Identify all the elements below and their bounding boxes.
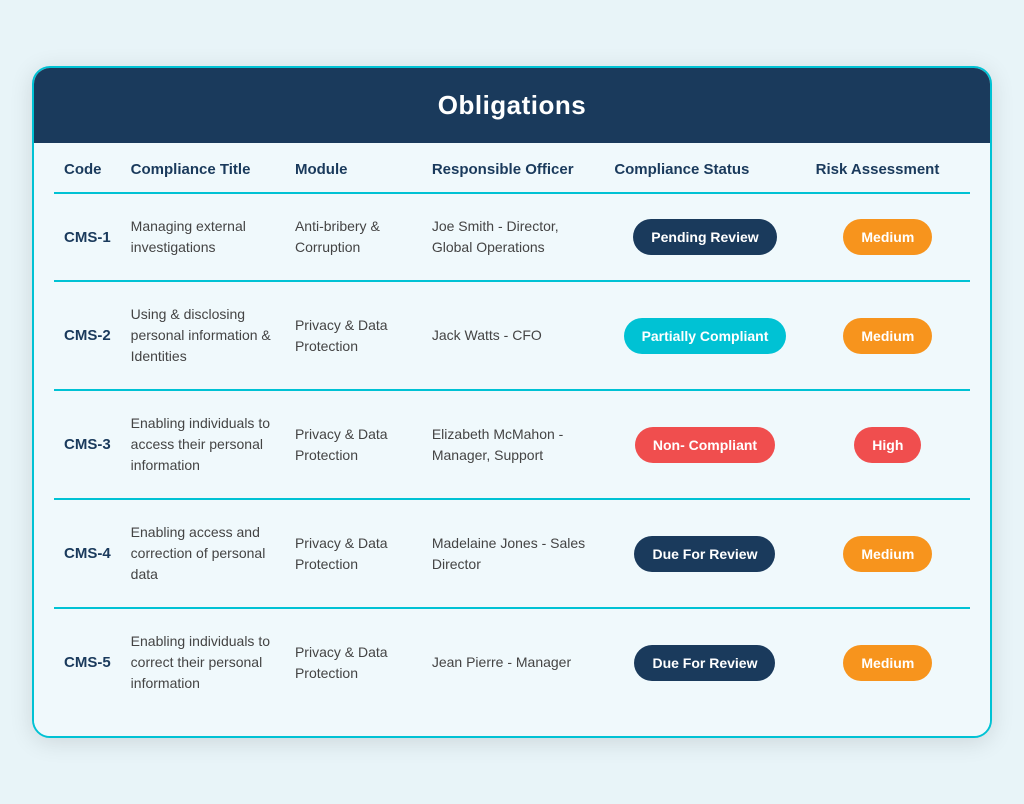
card-header: Obligations xyxy=(34,68,990,143)
cell-code: CMS-5 xyxy=(54,608,121,716)
table-wrapper: Code Compliance Title Module Responsible… xyxy=(34,143,990,736)
cell-code: CMS-1 xyxy=(54,193,121,281)
cell-code: CMS-2 xyxy=(54,281,121,390)
table-header: Code Compliance Title Module Responsible… xyxy=(54,143,970,193)
table-row: CMS-1Managing external investigationsAnt… xyxy=(54,193,970,281)
col-header-code: Code xyxy=(54,143,121,193)
cell-status: Due For Review xyxy=(604,608,805,716)
cell-module: Anti-bribery & Corruption xyxy=(285,193,422,281)
table-row: CMS-4Enabling access and correction of p… xyxy=(54,499,970,608)
col-header-officer: Responsible Officer xyxy=(422,143,604,193)
cell-status: Partially Compliant xyxy=(604,281,805,390)
risk-badge: Medium xyxy=(843,318,932,354)
status-badge: Partially Compliant xyxy=(624,318,787,354)
risk-badge: High xyxy=(854,427,921,463)
col-header-status: Compliance Status xyxy=(604,143,805,193)
obligations-card: Obligations Code Compliance Title Module… xyxy=(32,66,992,738)
cell-module: Privacy & Data Protection xyxy=(285,608,422,716)
table-row: CMS-5Enabling individuals to correct the… xyxy=(54,608,970,716)
table-row: CMS-3Enabling individuals to access thei… xyxy=(54,390,970,499)
risk-badge: Medium xyxy=(843,219,932,255)
cell-risk: Medium xyxy=(806,608,970,716)
risk-badge: Medium xyxy=(843,645,932,681)
table-body: CMS-1Managing external investigationsAnt… xyxy=(54,193,970,716)
page-title: Obligations xyxy=(64,90,960,121)
status-badge: Non- Compliant xyxy=(635,427,775,463)
cell-compliance-title: Enabling individuals to correct their pe… xyxy=(121,608,285,716)
cell-officer: Madelaine Jones - Sales Director xyxy=(422,499,604,608)
cell-officer: Joe Smith - Director, Global Operations xyxy=(422,193,604,281)
cell-status: Due For Review xyxy=(604,499,805,608)
cell-risk: High xyxy=(806,390,970,499)
header-row: Code Compliance Title Module Responsible… xyxy=(54,143,970,193)
cell-status: Pending Review xyxy=(604,193,805,281)
col-header-title: Compliance Title xyxy=(121,143,285,193)
status-badge: Due For Review xyxy=(634,536,775,572)
cell-risk: Medium xyxy=(806,499,970,608)
status-badge: Due For Review xyxy=(634,645,775,681)
cell-officer: Jack Watts - CFO xyxy=(422,281,604,390)
cell-compliance-title: Enabling individuals to access their per… xyxy=(121,390,285,499)
cell-module: Privacy & Data Protection xyxy=(285,281,422,390)
cell-module: Privacy & Data Protection xyxy=(285,390,422,499)
cell-code: CMS-4 xyxy=(54,499,121,608)
cell-officer: Elizabeth McMahon - Manager, Support xyxy=(422,390,604,499)
cell-risk: Medium xyxy=(806,193,970,281)
col-header-risk: Risk Assessment xyxy=(806,143,970,193)
col-header-module: Module xyxy=(285,143,422,193)
table-row: CMS-2Using & disclosing personal informa… xyxy=(54,281,970,390)
cell-compliance-title: Using & disclosing personal information … xyxy=(121,281,285,390)
cell-module: Privacy & Data Protection xyxy=(285,499,422,608)
risk-badge: Medium xyxy=(843,536,932,572)
cell-compliance-title: Managing external investigations xyxy=(121,193,285,281)
cell-officer: Jean Pierre - Manager xyxy=(422,608,604,716)
cell-compliance-title: Enabling access and correction of person… xyxy=(121,499,285,608)
cell-status: Non- Compliant xyxy=(604,390,805,499)
cell-code: CMS-3 xyxy=(54,390,121,499)
obligations-table: Code Compliance Title Module Responsible… xyxy=(54,143,970,716)
status-badge: Pending Review xyxy=(633,219,776,255)
cell-risk: Medium xyxy=(806,281,970,390)
